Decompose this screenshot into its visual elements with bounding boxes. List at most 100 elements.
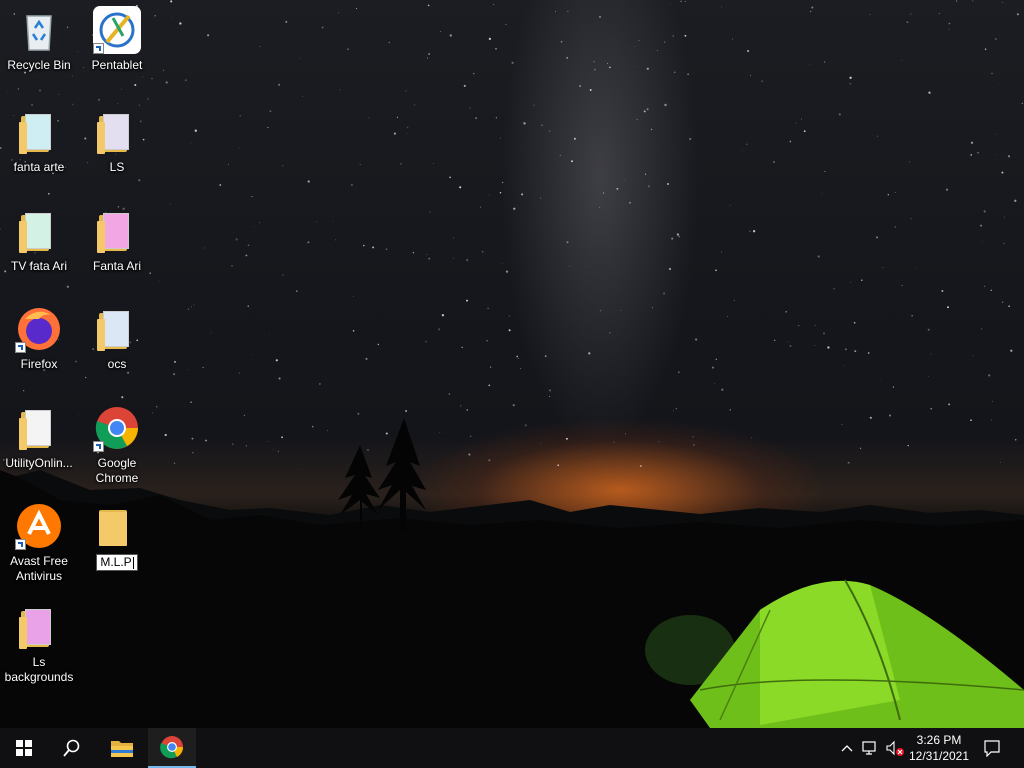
desktop-icon-mlp[interactable]: M.L.P [79, 502, 155, 571]
star [151, 78, 153, 80]
star [901, 285, 903, 287]
desktop-icon-tv-fata-ari[interactable]: TV fata Ari [1, 207, 77, 274]
star [849, 83, 851, 85]
star [853, 321, 856, 324]
taskbar-clock[interactable]: 3:26 PM 12/31/2021 [904, 728, 974, 768]
star [164, 433, 167, 437]
star [948, 403, 951, 406]
star [901, 60, 903, 62]
chrome-icon [160, 736, 184, 759]
star [540, 197, 542, 199]
star [72, 103, 74, 105]
desktop-icon-ocs[interactable]: ocs [79, 305, 155, 372]
star [158, 280, 160, 282]
desktop-icon-ls-backgrounds[interactable]: Ls backgrounds [1, 603, 77, 685]
star [405, 410, 408, 412]
star [179, 22, 182, 25]
rename-text: M.L.P [100, 555, 132, 569]
star [488, 37, 492, 41]
star [801, 118, 802, 120]
desktop-icon-label: fanta arte [13, 160, 65, 174]
desktop-icon-recycle-bin[interactable]: Recycle Bin [1, 6, 77, 73]
star [377, 343, 379, 346]
star [877, 135, 878, 137]
star [889, 414, 891, 417]
star [162, 69, 165, 71]
desktop-icon-firefox[interactable]: Firefox [1, 305, 77, 372]
star [817, 255, 820, 258]
star [461, 346, 463, 348]
star [672, 410, 674, 412]
desktop-icon-label: Google Chrome [95, 456, 139, 485]
star [947, 306, 949, 309]
star [677, 371, 680, 374]
network-button[interactable] [860, 728, 882, 768]
star [219, 184, 222, 186]
star [307, 180, 310, 183]
folder-icon [93, 502, 141, 550]
star [285, 20, 288, 23]
star [278, 377, 281, 380]
star [838, 113, 841, 116]
star [948, 22, 951, 25]
star [499, 191, 502, 194]
star [869, 416, 872, 419]
show-hidden-icons-button[interactable] [838, 728, 856, 768]
star [1021, 102, 1023, 105]
star [567, 10, 569, 12]
desktop-icon-label: Fanta Ari [92, 259, 142, 273]
taskbar-google-chrome[interactable] [148, 728, 196, 768]
star [555, 11, 557, 12]
star [173, 462, 176, 464]
star [481, 250, 484, 253]
star [385, 432, 388, 435]
star [761, 80, 764, 83]
star [251, 196, 253, 198]
desktop-icon-fanta-ari[interactable]: Fanta Ari [79, 207, 155, 274]
desktop-icon-label: Firefox [20, 357, 58, 371]
star [433, 163, 434, 164]
star [880, 378, 881, 380]
star [488, 459, 491, 462]
desktop-icon-google-chrome[interactable]: Google Chrome [79, 404, 155, 486]
star [282, 165, 284, 167]
desktop-icon-pentablet[interactable]: Pentablet [79, 6, 155, 73]
star [585, 265, 587, 267]
star [970, 141, 974, 144]
star [501, 181, 504, 184]
desktop-icon-label: Recycle Bin [7, 58, 71, 72]
star [982, 241, 983, 243]
star [400, 163, 402, 165]
star [156, 406, 158, 408]
star [479, 206, 482, 208]
star [448, 393, 451, 395]
star [335, 239, 337, 241]
star [651, 307, 653, 309]
star [911, 315, 913, 317]
volume-button[interactable] [884, 728, 906, 768]
star [355, 8, 358, 10]
star [569, 266, 571, 268]
start-button[interactable] [0, 728, 48, 768]
star [396, 116, 398, 118]
star [469, 435, 472, 438]
search-button[interactable] [48, 728, 96, 768]
desktop-icon-ls[interactable]: LS [79, 108, 155, 175]
desktop-icon-label: ocs [107, 357, 127, 371]
star [275, 359, 278, 362]
star [955, 0, 958, 2]
star [281, 436, 283, 439]
desktop-icon-avast-free-antivirus[interactable]: Avast Free Antivirus [1, 502, 77, 584]
star [243, 414, 246, 417]
star [449, 34, 452, 37]
star [540, 442, 542, 444]
star [71, 75, 73, 77]
desktop-icon-utilityonline[interactable]: UtilityOnlin... [1, 404, 77, 471]
star [405, 90, 407, 92]
action-center-button[interactable] [978, 728, 1006, 768]
star [282, 274, 284, 276]
rename-textbox[interactable]: M.L.P [96, 554, 138, 571]
taskbar-file-explorer[interactable] [98, 728, 146, 768]
star [833, 287, 835, 290]
desktop-icon-fanta-arte[interactable]: fanta arte [1, 108, 77, 175]
